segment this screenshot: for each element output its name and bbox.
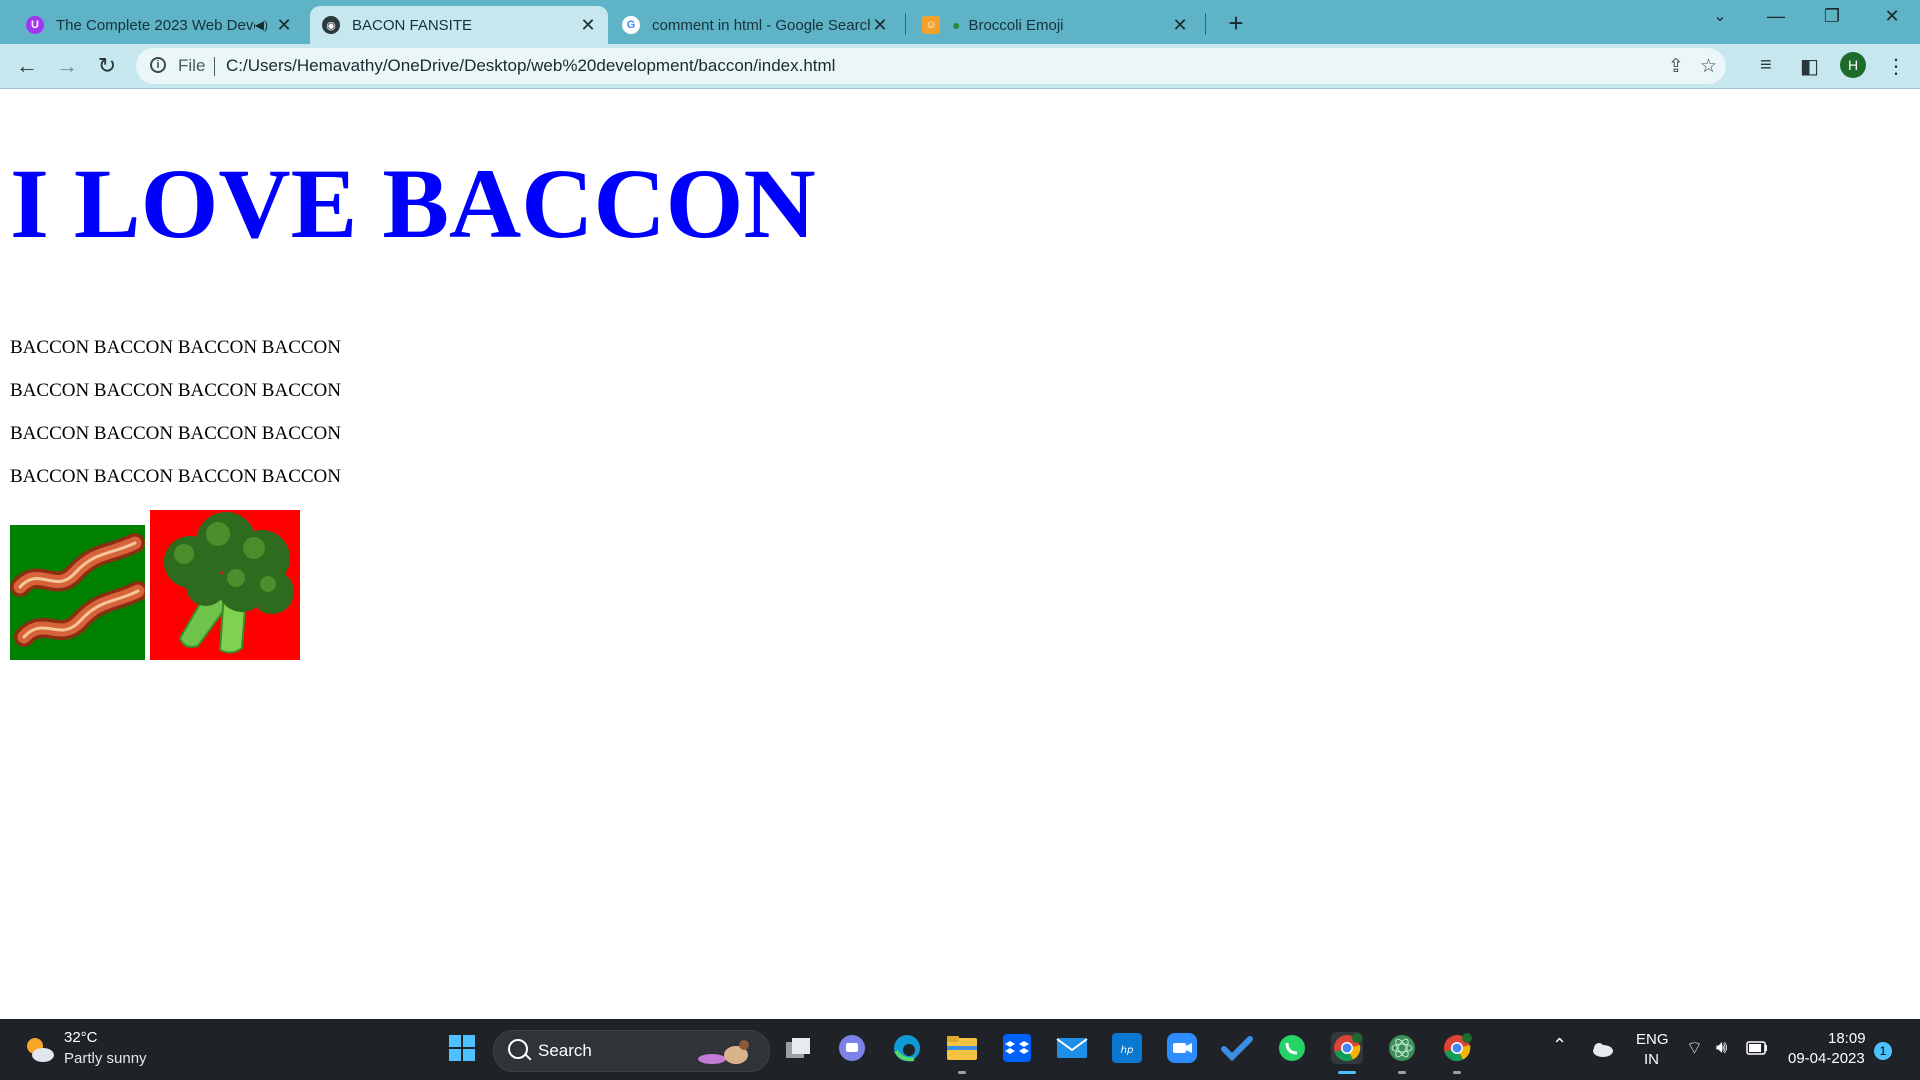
minimize-icon[interactable]: — xyxy=(1756,6,1796,27)
paragraph: BACCON BACCON BACCON BACCON xyxy=(10,423,341,444)
search-highlight-icon xyxy=(698,1040,749,1064)
paragraph: BACCON BACCON BACCON BACCON xyxy=(10,466,341,487)
clock-date[interactable]: 09-04-2023 xyxy=(1788,1050,1865,1067)
chrome-icon[interactable] xyxy=(1331,1032,1363,1064)
language-line2[interactable]: IN xyxy=(1644,1051,1659,1068)
whatsapp-icon[interactable] xyxy=(1276,1032,1308,1064)
battery-icon[interactable] xyxy=(1746,1041,1768,1055)
taskbar-search[interactable]: Search xyxy=(493,1030,770,1072)
share-icon[interactable]: ⇪ xyxy=(1668,55,1684,78)
todo-icon[interactable] xyxy=(1221,1032,1253,1064)
show-hidden-icons[interactable]: ⌃ xyxy=(1552,1035,1567,1056)
active-indicator xyxy=(1338,1071,1356,1074)
bookmark-star-icon[interactable]: ☆ xyxy=(1700,55,1717,78)
browser-toolbar: ← → ↻ i File C:/Users/Hemavathy/OneDrive… xyxy=(0,44,1920,89)
forward-icon[interactable]: → xyxy=(52,52,82,80)
tab-title: Broccoli Emoji xyxy=(968,16,1064,34)
weather-description[interactable]: Partly sunny xyxy=(64,1050,147,1067)
tab-title: comment in html - Google Search xyxy=(652,16,870,34)
close-tab-icon[interactable]: ✕ xyxy=(274,15,294,36)
tab-search-icon[interactable]: ⌄ xyxy=(1700,6,1740,26)
edge-icon[interactable] xyxy=(891,1032,923,1064)
file-explorer-icon[interactable] xyxy=(946,1032,978,1064)
scheme-label: File xyxy=(178,56,206,75)
zoom-icon[interactable] xyxy=(1166,1032,1198,1064)
side-panel-icon[interactable]: ◧ xyxy=(1800,54,1819,79)
emojipedia-icon: ☺ xyxy=(922,16,940,34)
tab-strip: U The Complete 2023 Web Development ◀) ✕… xyxy=(0,0,1920,44)
address-bar[interactable]: i File C:/Users/Hemavathy/OneDrive/Deskt… xyxy=(136,48,1726,84)
onedrive-icon[interactable] xyxy=(1590,1041,1614,1057)
menu-icon[interactable]: ⋮ xyxy=(1886,54,1906,79)
page-heading: I LOVE BACCON xyxy=(10,148,816,259)
broccoli-favicon-icon: ● xyxy=(952,17,961,33)
weather-temperature[interactable]: 32°C xyxy=(64,1029,98,1046)
taskbar: 32°C Partly sunny Search hp ⌃ ENG IN ⌔ 🔊… xyxy=(0,1019,1920,1080)
chrome-profile-icon[interactable] xyxy=(1441,1032,1473,1064)
dropbox-icon[interactable] xyxy=(1001,1032,1033,1064)
page-content: I LOVE BACCON BACCON BACCON BACCON BACCO… xyxy=(0,89,1920,1019)
globe-icon: ◉ xyxy=(322,16,340,34)
notification-badge[interactable]: 1 xyxy=(1874,1042,1892,1060)
close-tab-icon[interactable]: ✕ xyxy=(1170,15,1190,36)
clock-time[interactable]: 18:09 xyxy=(1828,1030,1866,1047)
tab-udemy[interactable]: U The Complete 2023 Web Development ◀) ✕ xyxy=(14,6,304,44)
close-tab-icon[interactable]: ✕ xyxy=(578,15,598,36)
running-indicator xyxy=(958,1071,966,1074)
teams-chat-icon[interactable] xyxy=(836,1032,868,1064)
partly-sunny-icon[interactable] xyxy=(22,1033,56,1067)
broccoli-image xyxy=(150,510,300,660)
tab-title: BACON FANSITE xyxy=(352,16,473,34)
mail-icon[interactable] xyxy=(1056,1032,1088,1064)
wifi-icon[interactable]: ⌔ xyxy=(1686,1037,1703,1060)
running-indicator xyxy=(1453,1071,1461,1074)
audio-playing-icon[interactable]: ◀) xyxy=(255,18,268,32)
task-view-icon[interactable] xyxy=(782,1032,814,1064)
tab-title: The Complete 2023 Web Development xyxy=(56,16,255,34)
tab-google-search[interactable]: G comment in html - Google Search ✕ xyxy=(610,6,900,44)
myhp-icon[interactable]: hp xyxy=(1111,1032,1143,1064)
reading-list-icon[interactable]: ≡ xyxy=(1760,54,1772,77)
profile-avatar[interactable]: H xyxy=(1840,52,1866,78)
start-icon[interactable] xyxy=(446,1032,478,1064)
svg-text:hp: hp xyxy=(1121,1045,1134,1056)
paragraph: BACCON BACCON BACCON BACCON xyxy=(10,337,341,358)
back-icon[interactable]: ← xyxy=(12,52,42,80)
udemy-icon: U xyxy=(26,16,44,34)
running-indicator xyxy=(1398,1071,1406,1074)
search-icon xyxy=(508,1039,528,1059)
site-info-icon[interactable]: i xyxy=(150,57,166,73)
close-window-icon[interactable]: ✕ xyxy=(1872,6,1912,27)
reload-icon[interactable]: ↻ xyxy=(92,52,122,80)
bacon-image xyxy=(10,525,145,660)
restore-icon[interactable]: ❐ xyxy=(1812,6,1852,27)
tab-separator xyxy=(1205,13,1206,35)
search-label: Search xyxy=(538,1041,592,1060)
url-text[interactable]: C:/Users/Hemavathy/OneDrive/Desktop/web%… xyxy=(226,56,835,76)
language-line1[interactable]: ENG xyxy=(1636,1031,1669,1048)
paragraph: BACCON BACCON BACCON BACCON xyxy=(10,380,341,401)
atom-icon[interactable] xyxy=(1386,1032,1418,1064)
google-icon: G xyxy=(622,16,640,34)
tab-separator xyxy=(905,13,906,35)
volume-icon[interactable]: 🔊︎ xyxy=(1716,1037,1727,1058)
new-tab-button[interactable]: + xyxy=(1220,8,1252,39)
address-separator xyxy=(214,57,215,76)
close-tab-icon[interactable]: ✕ xyxy=(870,15,890,36)
tab-broccoli-emoji[interactable]: ☺ ● Broccoli Emoji ✕ xyxy=(910,6,1200,44)
tab-bacon-fansite[interactable]: ◉ BACON FANSITE ✕ xyxy=(310,6,608,44)
